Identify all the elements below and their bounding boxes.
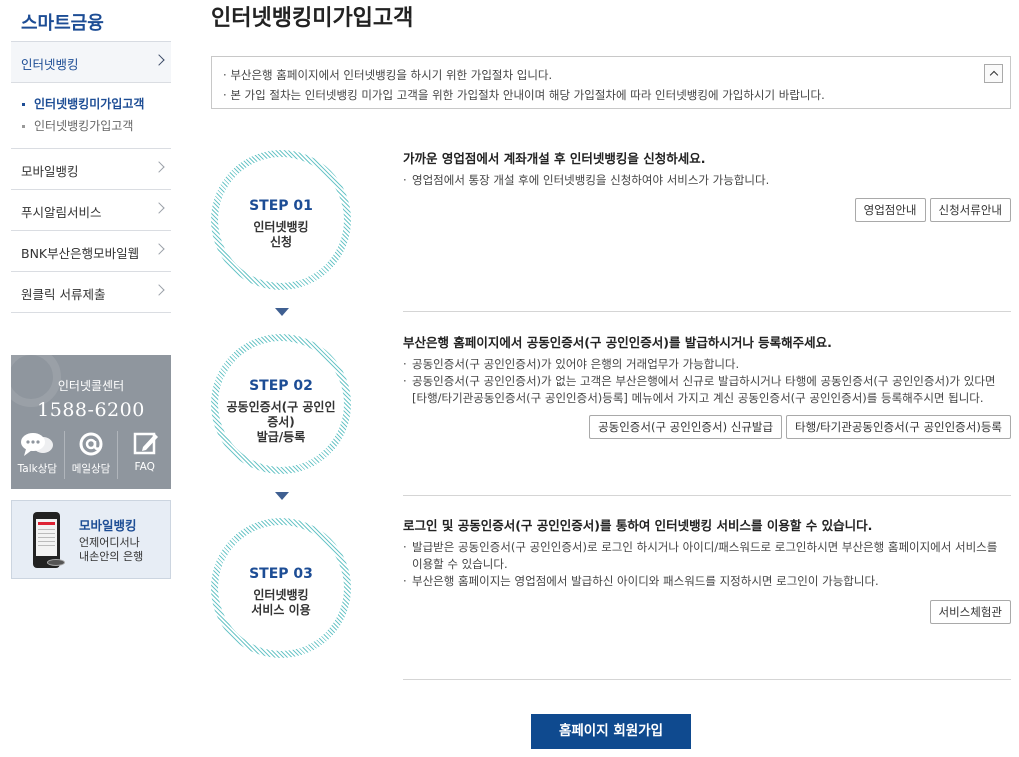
sidebar-subitem-member[interactable]: 인터넷뱅킹가입고객: [21, 115, 171, 137]
step-03-circle: STEP 03 인터넷뱅킹 서비스 이용: [211, 518, 351, 658]
step-name: 인터넷뱅킹 신청: [253, 220, 309, 249]
step-01-content: 가까운 영업점에서 계좌개설 후 인터넷뱅킹을 신청하세요. 영업점에서 통장 …: [403, 148, 1011, 222]
notice-line: · 본 가입 절차는 인터넷뱅킹 미가입 고객을 위한 가입절차 안내이며 해당…: [223, 88, 825, 102]
step-number: STEP 01: [249, 198, 313, 214]
sidebar-item-mobile-banking[interactable]: 모바일뱅킹: [11, 149, 171, 190]
step-divider: [403, 679, 1011, 680]
sidebar-submenu: 인터넷뱅킹미가입고객 인터넷뱅킹가입고객: [11, 83, 171, 149]
step-name: 공동인증서(구 공인인 증서) 발급/등록: [226, 400, 336, 444]
mobile-banner-desc: 언제어디서나 내손안의 은행: [79, 536, 144, 563]
sidebar-item-one-click-docs[interactable]: 원클릭 서류제출: [11, 272, 171, 313]
step-arrow-down-icon: [275, 308, 289, 316]
callcenter-box: 인터넷콜센터 1588-6200 Talk상담 메일상담 FAQ: [11, 355, 171, 489]
sidebar-item-label: 푸시알림서비스: [21, 205, 102, 220]
chevron-right-icon: [153, 243, 165, 255]
sidebar: 스마트금융 인터넷뱅킹 인터넷뱅킹미가입고객 인터넷뱅킹가입고객 모바일뱅킹 푸…: [11, 0, 171, 313]
notice-box: · 부산은행 홈페이지에서 인터넷뱅킹을 하시기 위한 가입절차 입니다. · …: [211, 56, 1011, 109]
chevron-right-icon: [153, 202, 165, 214]
mobile-banner-title: 모바일뱅킹: [79, 518, 137, 533]
talk-consult-button[interactable]: Talk상담: [11, 431, 65, 479]
step-heading: 가까운 영업점에서 계좌개설 후 인터넷뱅킹을 신청하세요.: [403, 151, 706, 166]
step-bullet: 영업점에서 통장 개설 후에 인터넷뱅킹을 신청하여야 서비스가 가능합니다.: [403, 172, 1011, 189]
step-02-content: 부산은행 홈페이지에서 공동인증서(구 공인인증서)를 발급하시거나 등록해주세…: [403, 332, 1011, 439]
application-docs-button[interactable]: 신청서류안내: [929, 198, 1011, 222]
page-title: 인터넷뱅킹미가입고객: [211, 6, 414, 31]
step-name: 인터넷뱅킹 서비스 이용: [251, 588, 311, 617]
step-03-content: 로그인 및 공동인증서(구 공인인증서)를 통하여 인터넷뱅킹 서비스를 이용할…: [403, 515, 1011, 624]
step-heading: 부산은행 홈페이지에서 공동인증서(구 공인인증서)를 발급하시거나 등록해주세…: [403, 335, 832, 350]
faq-label: FAQ: [134, 461, 155, 473]
sidebar-item-label: 인터넷뱅킹: [21, 57, 79, 72]
sidebar-item-label: BNK부산은행모바일웹: [21, 246, 140, 261]
mail-consult-label: 메일상담: [71, 463, 111, 475]
smartphone-icon: [33, 512, 65, 568]
collapse-button[interactable]: [984, 64, 1003, 83]
chevron-right-icon: [153, 161, 165, 173]
register-certificate-button[interactable]: 타행/타기관공동인증서(구 공인인증서)등록: [786, 415, 1011, 439]
sidebar-subitem-non-member[interactable]: 인터넷뱅킹미가입고객: [21, 93, 171, 115]
branch-info-button[interactable]: 영업점안내: [854, 198, 926, 222]
mail-icon: [79, 432, 103, 456]
sidebar-title: 스마트금융: [11, 0, 171, 42]
step-number: STEP 02: [249, 378, 313, 394]
mobile-banking-banner[interactable]: 모바일뱅킹 언제어디서나 내손안의 은행: [11, 500, 171, 579]
new-certificate-button[interactable]: 공동인증서(구 공인인증서) 신규발급: [589, 415, 783, 439]
step-bullet: 공동인증서(구 공인인증서)가 없는 고객은 부산은행에서 신규로 발급하시거나…: [403, 373, 1011, 407]
step-bullet: 발급받은 공동인증서(구 공인인증서)로 로그인 하시거나 아이디/패스워드로 …: [403, 539, 1011, 573]
step-divider: [403, 311, 1011, 312]
edit-icon: [133, 432, 158, 455]
chevron-right-icon: [153, 284, 165, 296]
homepage-signup-button[interactable]: 홈페이지 회원가입: [531, 714, 691, 749]
step-heading: 로그인 및 공동인증서(구 공인인증서)를 통하여 인터넷뱅킹 서비스를 이용할…: [403, 518, 873, 533]
notice-line: · 부산은행 홈페이지에서 인터넷뱅킹을 하시기 위한 가입절차 입니다.: [223, 68, 553, 82]
mail-consult-button[interactable]: 메일상담: [65, 431, 119, 479]
step-bullet: 부산은행 홈페이지는 영업점에서 발급하신 아이디와 패스워드를 지정하시면 로…: [403, 573, 1011, 590]
callcenter-icons: Talk상담 메일상담 FAQ: [11, 431, 171, 479]
chat-icon: [21, 433, 54, 456]
step-number: STEP 03: [249, 566, 313, 582]
faq-button[interactable]: FAQ: [118, 431, 171, 479]
sidebar-item-push-service[interactable]: 푸시알림서비스: [11, 190, 171, 231]
chevron-right-icon: [153, 54, 165, 66]
step-arrow-down-icon: [275, 492, 289, 500]
sidebar-item-mobile-web[interactable]: BNK부산은행모바일웹: [11, 231, 171, 272]
sidebar-item-internet-banking[interactable]: 인터넷뱅킹: [11, 42, 171, 83]
talk-consult-label: Talk상담: [17, 463, 58, 475]
step-01-circle: STEP 01 인터넷뱅킹 신청: [211, 150, 351, 290]
sidebar-item-label: 원클릭 서류제출: [21, 287, 106, 302]
service-demo-button[interactable]: 서비스체험관: [929, 600, 1011, 624]
sidebar-item-label: 모바일뱅킹: [21, 164, 79, 179]
step-bullet: 공동인증서(구 공인인증서)가 있어야 은행의 거래업무가 가능합니다.: [403, 356, 1011, 373]
step-divider: [403, 495, 1011, 496]
step-02-circle: STEP 02 공동인증서(구 공인인 증서) 발급/등록: [211, 334, 351, 474]
